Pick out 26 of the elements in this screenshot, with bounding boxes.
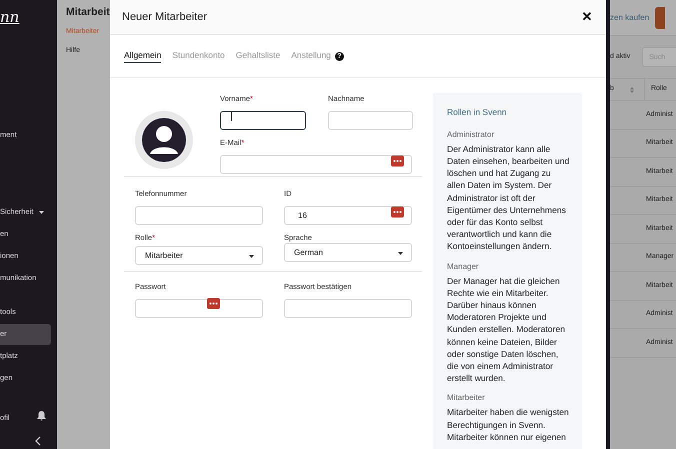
info-title: Rollen in Svenn [447,106,508,119]
role-heading: Manager [447,260,480,273]
avatar-placeholder-icon [135,111,193,169]
password-manager-icon[interactable] [391,206,404,217]
role-description: Mitarbeiter haben die wenigsten Berechtigungen in Svenn. Mitarbeiter können nur eigenen [447,406,570,444]
input-field[interactable]: 16 [284,206,412,225]
password-manager-icon[interactable] [207,298,220,309]
tab[interactable]: Allgemein [124,48,162,64]
caret-icon [249,255,254,258]
password-manager-icon[interactable] [391,155,404,166]
bell-icon[interactable] [37,411,46,421]
add-button[interactable] [655,6,666,28]
dialog-title: Neuer Mitarbeiter [122,10,207,25]
logo: nn [0,7,20,28]
close-button[interactable]: ✕ [580,7,594,27]
role-description: Der Manager hat die gleichen Rechte wie ein Mitarbeiter. Darüber hinaus können Moderatoren Projekte und Kunden erstellen. Moderatoren können keine Dateien, Bilder oder sonstige Daten löschen, die von einem Administrator erstellt wurden. [447,274,566,384]
page-title: Mitarbeit [66,5,110,20]
select-dropdown[interactable]: Mitarbeiter [135,246,263,265]
input-field[interactable] [220,111,306,130]
caret-icon [398,252,403,255]
role-heading: Administrator [447,128,496,141]
text-cursor [231,111,232,121]
role-description: Der Administrator kann alle Daten einsehen, bearbeiten und löschen und hat Zugang zu allen Daten im System. Der Administrator ist oft der Eigentümer des Unternehmens oder für das Konto selbst verantwortlich und kann die Kontoeinstellungen ändern. [447,142,570,253]
role-heading: Mitarbeiter [447,392,486,404]
chevron-left-icon[interactable] [35,436,41,446]
select-dropdown[interactable]: German [284,243,412,262]
